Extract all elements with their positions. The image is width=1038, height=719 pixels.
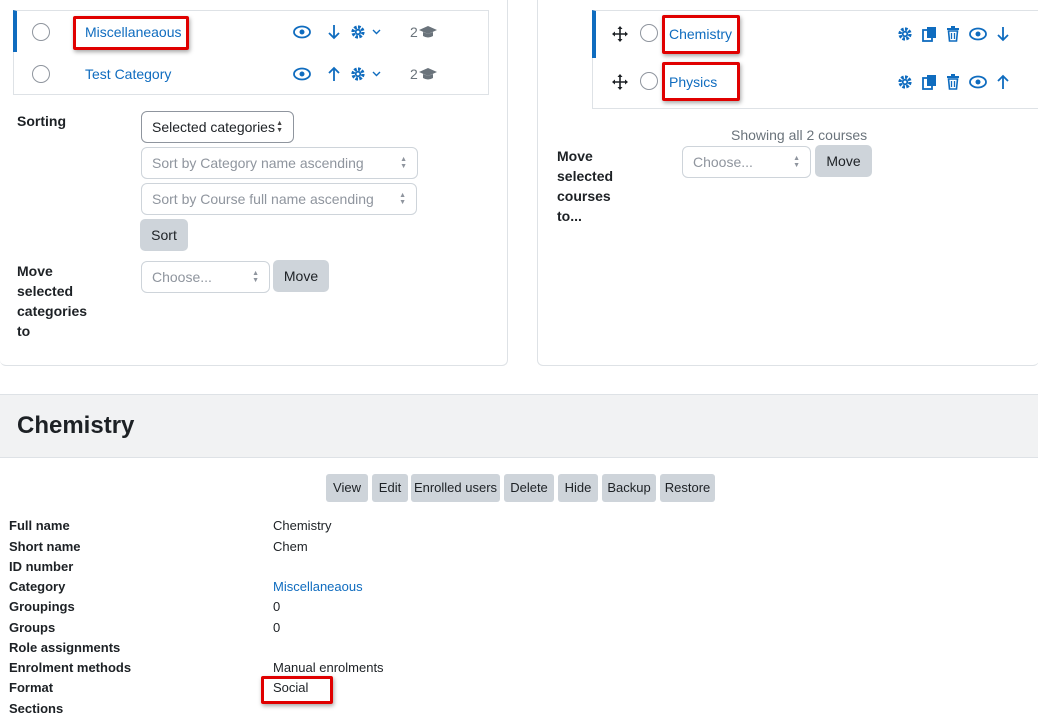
arrow-up-icon[interactable] — [995, 73, 1011, 91]
course-detail-header — [0, 394, 1038, 458]
edit-button[interactable]: Edit — [372, 474, 408, 502]
enrolment-methods-label: Enrolment methods — [9, 660, 132, 675]
copy-icon[interactable] — [920, 73, 938, 91]
highlight-box — [73, 16, 189, 50]
eye-icon[interactable] — [292, 65, 312, 83]
enrolment-methods-value: Manual enrolments — [273, 660, 384, 675]
sections-label: Sections — [9, 701, 64, 716]
course-select-checkbox[interactable] — [640, 24, 658, 42]
category-link[interactable]: Miscellaneaous — [273, 577, 363, 597]
sorting-label: Sorting — [17, 113, 66, 129]
arrow-down-icon[interactable] — [326, 23, 342, 41]
sort-categories-select[interactable]: Sort by Category name ascending ▲ ▼ — [141, 147, 418, 179]
category-select-checkbox[interactable] — [32, 65, 50, 83]
course-detail-title: Chemistry — [17, 412, 135, 439]
short-name-value: Chem — [273, 539, 308, 554]
move-courses-button[interactable]: Move — [815, 145, 872, 177]
move-courses-label: Move selected courses to... — [557, 148, 614, 224]
gear-icon[interactable] — [896, 73, 914, 91]
copy-icon[interactable] — [920, 25, 938, 43]
showing-courses-text: Showing all 2 courses — [731, 127, 868, 143]
hide-button[interactable]: Hide — [558, 474, 598, 502]
full-name-label: Full name — [9, 518, 70, 533]
category-row[interactable]: Test Category 2 — [13, 52, 489, 95]
select-caret-icon: ▲ ▼ — [400, 156, 407, 170]
gear-icon[interactable] — [896, 25, 914, 43]
highlight-box — [261, 676, 333, 704]
enrolled-users-button[interactable]: Enrolled users — [411, 474, 500, 502]
gear-icon[interactable] — [349, 23, 367, 41]
select-caret-icon: ▲ ▼ — [276, 120, 283, 134]
move-courses-select[interactable]: Choose... ▲ ▼ — [682, 146, 811, 178]
course-select-checkbox[interactable] — [640, 72, 658, 90]
eye-icon[interactable] — [968, 73, 988, 91]
graduation-cap-icon — [417, 24, 439, 40]
id-number-label: ID number — [9, 559, 74, 574]
category-label: Category — [9, 579, 66, 594]
restore-button[interactable]: Restore — [660, 474, 715, 502]
eye-icon[interactable] — [292, 23, 312, 41]
sort-button[interactable]: Sort — [140, 219, 188, 251]
groupings-label: Groupings — [9, 599, 75, 614]
graduation-cap-icon — [417, 66, 439, 82]
category-name-link[interactable]: Test Category — [85, 66, 171, 82]
groupings-value: 0 — [273, 599, 281, 614]
course-row[interactable]: Physics — [592, 58, 1038, 109]
move-icon[interactable] — [611, 73, 629, 91]
chevron-down-icon[interactable] — [370, 66, 382, 82]
highlight-box — [662, 15, 740, 54]
move-categories-select[interactable]: Choose... ▲ ▼ — [141, 261, 270, 293]
gear-icon[interactable] — [349, 65, 367, 83]
groups-value: 0 — [273, 620, 281, 635]
trash-icon[interactable] — [944, 25, 962, 43]
sort-courses-select[interactable]: Sort by Course full name ascending ▲ ▼ — [141, 183, 417, 215]
select-caret-icon: ▲ ▼ — [252, 270, 259, 284]
short-name-label: Short name — [9, 539, 81, 554]
highlight-box — [662, 62, 740, 101]
move-icon[interactable] — [611, 25, 629, 43]
format-label: Format — [9, 680, 54, 695]
category-select-checkbox[interactable] — [32, 23, 50, 41]
sort-scope-select[interactable]: Selected categories ▲ ▼ — [141, 111, 294, 143]
chevron-down-icon[interactable] — [370, 24, 382, 40]
select-caret-icon: ▲ ▼ — [793, 155, 800, 169]
role-assignments-label: Role assignments — [9, 640, 121, 655]
move-categories-label: Move selected categories to — [17, 263, 88, 339]
move-categories-button[interactable]: Move — [273, 260, 329, 292]
delete-button[interactable]: Delete — [504, 474, 554, 502]
arrow-up-icon[interactable] — [326, 65, 342, 83]
groups-label: Groups — [9, 620, 56, 635]
trash-icon[interactable] — [944, 73, 962, 91]
backup-button[interactable]: Backup — [602, 474, 656, 502]
view-button[interactable]: View — [326, 474, 368, 502]
select-caret-icon: ▲ ▼ — [399, 192, 406, 206]
full-name-value: Chemistry — [273, 518, 332, 533]
arrow-down-icon[interactable] — [995, 25, 1011, 43]
course-row[interactable]: Chemistry — [592, 10, 1038, 60]
eye-icon[interactable] — [968, 25, 988, 43]
